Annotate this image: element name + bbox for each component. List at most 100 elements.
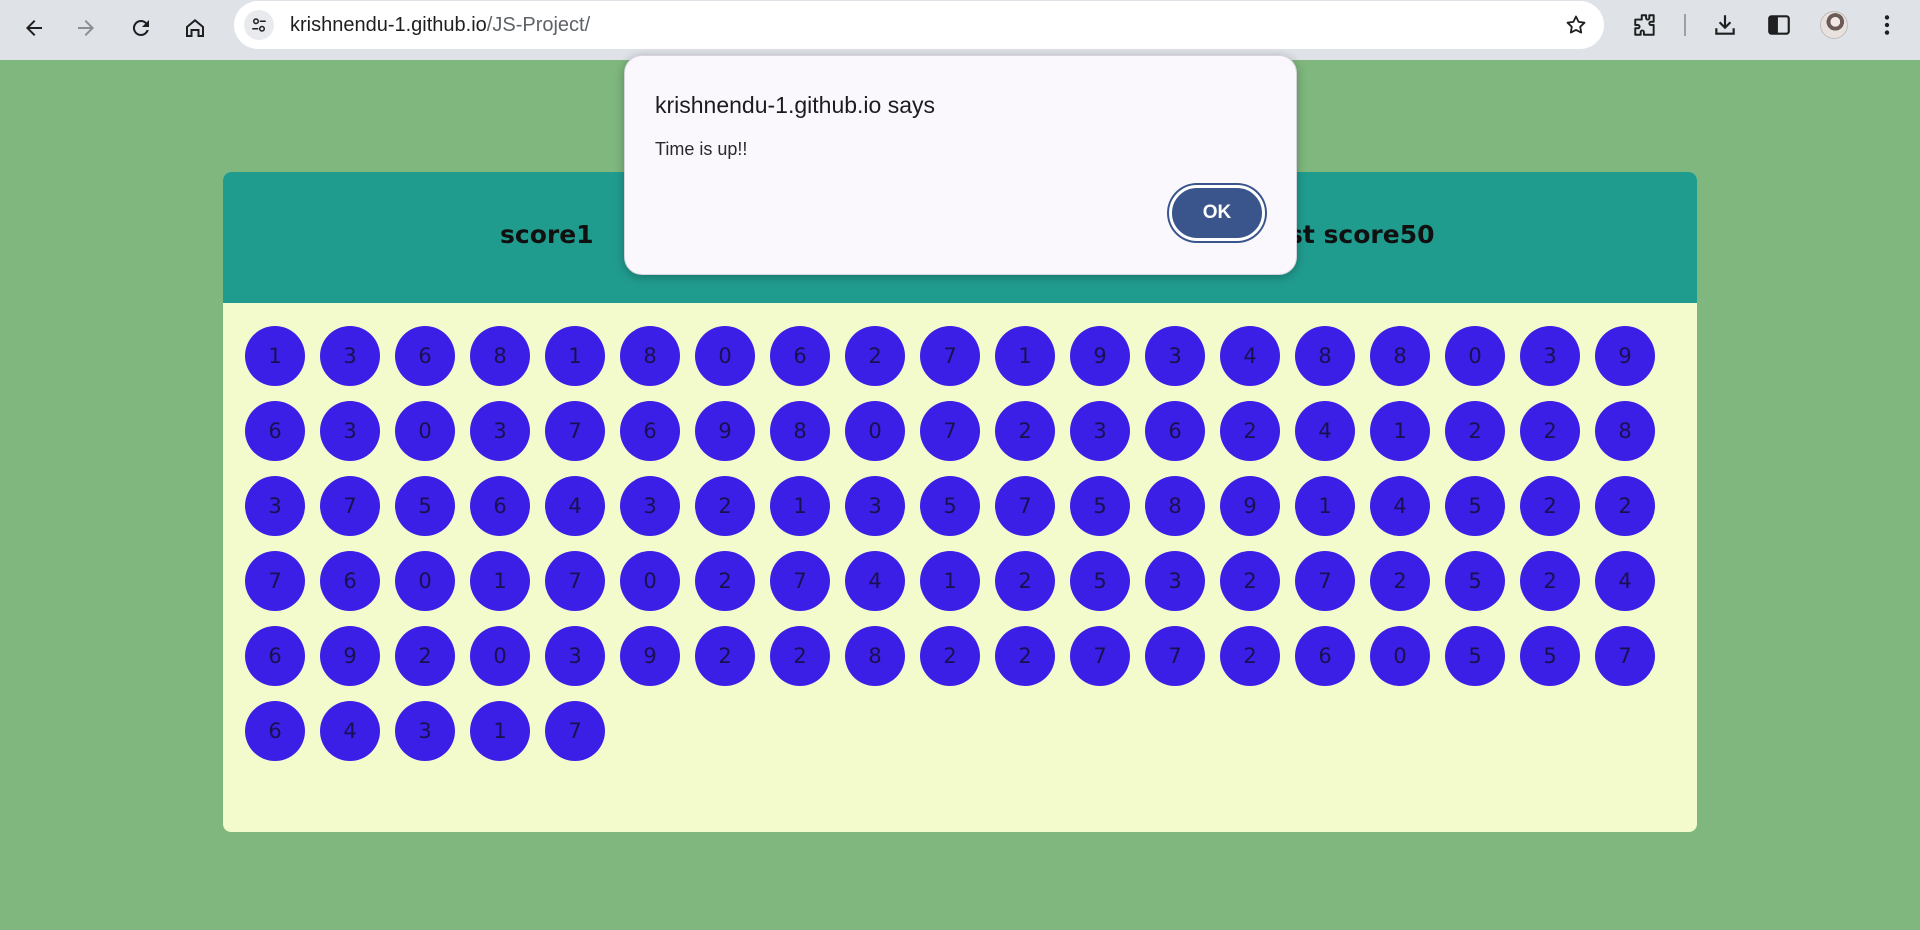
- number-bubble[interactable]: 2: [1520, 476, 1580, 536]
- number-bubble[interactable]: 0: [1445, 326, 1505, 386]
- number-bubble[interactable]: 9: [620, 626, 680, 686]
- number-bubble[interactable]: 6: [245, 401, 305, 461]
- number-bubble[interactable]: 2: [1220, 401, 1280, 461]
- address-bar[interactable]: krishnendu-1.github.io/JS-Project/: [234, 1, 1604, 49]
- number-bubble[interactable]: 7: [545, 701, 605, 761]
- site-info-button[interactable]: [244, 10, 274, 40]
- number-bubble[interactable]: 2: [1595, 476, 1655, 536]
- number-bubble[interactable]: 7: [1595, 626, 1655, 686]
- number-bubble[interactable]: 1: [770, 476, 830, 536]
- number-bubble[interactable]: 5: [1070, 551, 1130, 611]
- number-bubble[interactable]: 2: [845, 326, 905, 386]
- number-bubble[interactable]: 9: [1070, 326, 1130, 386]
- number-bubble[interactable]: 3: [845, 476, 905, 536]
- side-panel-button[interactable]: [1764, 10, 1794, 40]
- forward-button[interactable]: [66, 8, 106, 48]
- downloads-button[interactable]: [1710, 10, 1740, 40]
- back-button[interactable]: [14, 8, 54, 48]
- number-bubble[interactable]: 3: [620, 476, 680, 536]
- number-bubble[interactable]: 2: [1445, 401, 1505, 461]
- number-bubble[interactable]: 7: [245, 551, 305, 611]
- number-bubble[interactable]: 3: [1070, 401, 1130, 461]
- number-bubble[interactable]: 0: [845, 401, 905, 461]
- number-bubble[interactable]: 0: [470, 626, 530, 686]
- number-bubble[interactable]: 3: [395, 701, 455, 761]
- number-bubble[interactable]: 5: [920, 476, 980, 536]
- number-bubble[interactable]: 3: [545, 626, 605, 686]
- number-bubble[interactable]: 3: [1520, 326, 1580, 386]
- menu-button[interactable]: [1872, 10, 1902, 40]
- number-bubble[interactable]: 1: [470, 701, 530, 761]
- number-bubble[interactable]: 7: [1070, 626, 1130, 686]
- number-bubble[interactable]: 1: [470, 551, 530, 611]
- number-bubble[interactable]: 3: [320, 401, 380, 461]
- number-bubble[interactable]: 8: [845, 626, 905, 686]
- number-bubble[interactable]: 8: [1595, 401, 1655, 461]
- number-bubble[interactable]: 4: [1370, 476, 1430, 536]
- number-bubble[interactable]: 8: [1295, 326, 1355, 386]
- profile-avatar[interactable]: [1820, 11, 1848, 39]
- number-bubble[interactable]: 2: [1520, 551, 1580, 611]
- number-bubble[interactable]: 7: [1295, 551, 1355, 611]
- number-bubble[interactable]: 8: [1370, 326, 1430, 386]
- number-bubble[interactable]: 1: [995, 326, 1055, 386]
- number-bubble[interactable]: 6: [395, 326, 455, 386]
- number-bubble[interactable]: 5: [1445, 551, 1505, 611]
- number-bubble[interactable]: 3: [470, 401, 530, 461]
- number-bubble[interactable]: 2: [695, 551, 755, 611]
- number-bubble[interactable]: 2: [1370, 551, 1430, 611]
- number-bubble[interactable]: 8: [1145, 476, 1205, 536]
- number-bubble[interactable]: 9: [320, 626, 380, 686]
- number-bubble[interactable]: 1: [545, 326, 605, 386]
- bookmark-star-icon[interactable]: [1564, 13, 1588, 37]
- number-bubble[interactable]: 6: [245, 701, 305, 761]
- number-bubble[interactable]: 6: [1145, 401, 1205, 461]
- number-bubble[interactable]: 2: [920, 626, 980, 686]
- number-bubble[interactable]: 4: [1220, 326, 1280, 386]
- number-bubble[interactable]: 4: [1295, 401, 1355, 461]
- number-bubble[interactable]: 2: [695, 476, 755, 536]
- number-bubble[interactable]: 9: [1220, 476, 1280, 536]
- number-bubble[interactable]: 5: [1445, 476, 1505, 536]
- number-bubble[interactable]: 0: [1370, 626, 1430, 686]
- number-bubble[interactable]: 7: [545, 401, 605, 461]
- url-text[interactable]: krishnendu-1.github.io/JS-Project/: [290, 14, 590, 37]
- number-bubble[interactable]: 8: [770, 401, 830, 461]
- number-bubble[interactable]: 5: [1445, 626, 1505, 686]
- number-bubble[interactable]: 4: [845, 551, 905, 611]
- number-bubble[interactable]: 2: [995, 626, 1055, 686]
- number-bubble[interactable]: 0: [695, 326, 755, 386]
- number-bubble[interactable]: 8: [470, 326, 530, 386]
- number-bubble[interactable]: 6: [770, 326, 830, 386]
- number-bubble[interactable]: 2: [770, 626, 830, 686]
- number-bubble[interactable]: 5: [1070, 476, 1130, 536]
- number-bubble[interactable]: 7: [920, 401, 980, 461]
- number-bubble[interactable]: 8: [620, 326, 680, 386]
- home-button[interactable]: [175, 8, 215, 48]
- number-bubble[interactable]: 7: [920, 326, 980, 386]
- number-bubble[interactable]: 0: [395, 551, 455, 611]
- number-bubble[interactable]: 2: [695, 626, 755, 686]
- number-bubble[interactable]: 3: [1145, 326, 1205, 386]
- number-bubble[interactable]: 6: [620, 401, 680, 461]
- number-bubble[interactable]: 6: [470, 476, 530, 536]
- ok-button[interactable]: OK: [1169, 185, 1265, 241]
- reload-button[interactable]: [121, 8, 161, 48]
- number-bubble[interactable]: 1: [1370, 401, 1430, 461]
- number-bubble[interactable]: 4: [1595, 551, 1655, 611]
- number-bubble[interactable]: 7: [545, 551, 605, 611]
- number-bubble[interactable]: 4: [545, 476, 605, 536]
- number-bubble[interactable]: 2: [1220, 551, 1280, 611]
- number-bubble[interactable]: 0: [620, 551, 680, 611]
- number-bubble[interactable]: 5: [1520, 626, 1580, 686]
- number-bubble[interactable]: 7: [995, 476, 1055, 536]
- number-bubble[interactable]: 6: [1295, 626, 1355, 686]
- number-bubble[interactable]: 2: [395, 626, 455, 686]
- number-bubble[interactable]: 2: [1520, 401, 1580, 461]
- number-bubble[interactable]: 4: [320, 701, 380, 761]
- number-bubble[interactable]: 2: [1220, 626, 1280, 686]
- number-bubble[interactable]: 1: [920, 551, 980, 611]
- number-bubble[interactable]: 3: [245, 476, 305, 536]
- number-bubble[interactable]: 2: [995, 551, 1055, 611]
- number-bubble[interactable]: 1: [245, 326, 305, 386]
